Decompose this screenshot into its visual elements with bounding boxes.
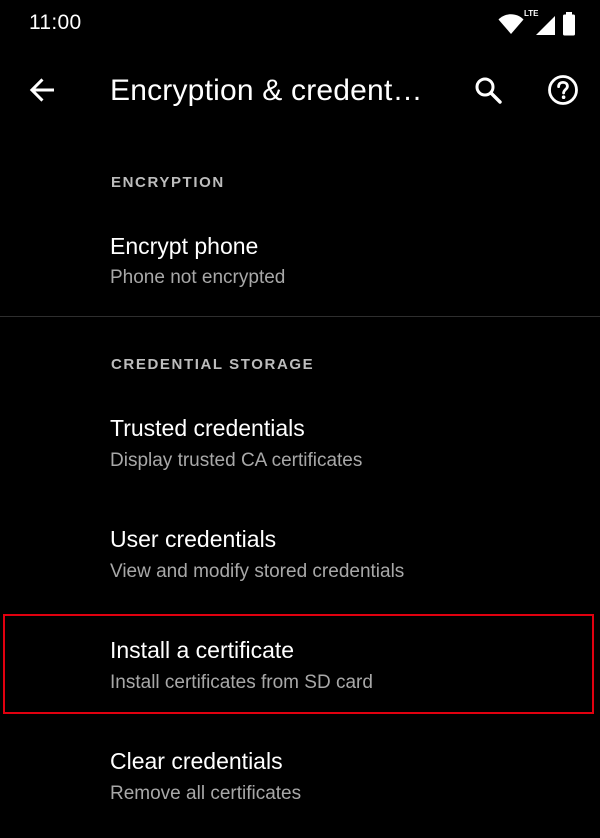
pref-item-encrypt-phone[interactable]: Encrypt phone Phone not encrypted: [0, 222, 600, 302]
section-header-credential-storage: CREDENTIAL STORAGE: [111, 356, 315, 373]
signal-icon: LTE: [524, 9, 556, 36]
pref-item-install-certificate[interactable]: Install a certificate Install certificat…: [0, 626, 600, 726]
app-bar: Encryption & credent…: [0, 58, 600, 126]
pref-summary: Display trusted CA certificates: [110, 450, 363, 471]
pref-title: Clear credentials: [110, 748, 283, 774]
page-title: Encryption & credent…: [110, 74, 423, 107]
pref-item-trusted-credentials[interactable]: Trusted credentials Display trusted CA c…: [0, 404, 600, 504]
pref-summary: Phone not encrypted: [110, 267, 286, 288]
wifi-icon: [498, 13, 524, 35]
status-time: 11:00: [29, 11, 82, 34]
search-icon: [474, 76, 502, 109]
back-arrow-icon: [28, 76, 56, 109]
pref-summary: View and modify stored credentials: [110, 561, 405, 582]
help-icon: [547, 74, 579, 111]
status-icons: LTE: [498, 9, 576, 36]
pref-title: User credentials: [110, 526, 277, 552]
pref-title: Trusted credentials: [110, 415, 305, 441]
pref-summary: Remove all certificates: [110, 783, 302, 804]
battery-icon: [562, 12, 576, 36]
status-bar: 11:00 LTE: [0, 0, 600, 48]
search-button[interactable]: [468, 72, 508, 112]
section-header-encryption: ENCRYPTION: [111, 174, 225, 191]
section-divider: [0, 316, 600, 317]
pref-title: Install a certificate: [110, 637, 295, 663]
pref-item-clear-credentials[interactable]: Clear credentials Remove all certificate…: [0, 737, 600, 837]
pref-item-user-credentials[interactable]: User credentials View and modify stored …: [0, 515, 600, 615]
back-button[interactable]: [22, 72, 62, 112]
pref-summary: Install certificates from SD card: [110, 672, 373, 693]
help-button[interactable]: [543, 72, 583, 112]
pref-title: Encrypt phone: [110, 233, 259, 259]
